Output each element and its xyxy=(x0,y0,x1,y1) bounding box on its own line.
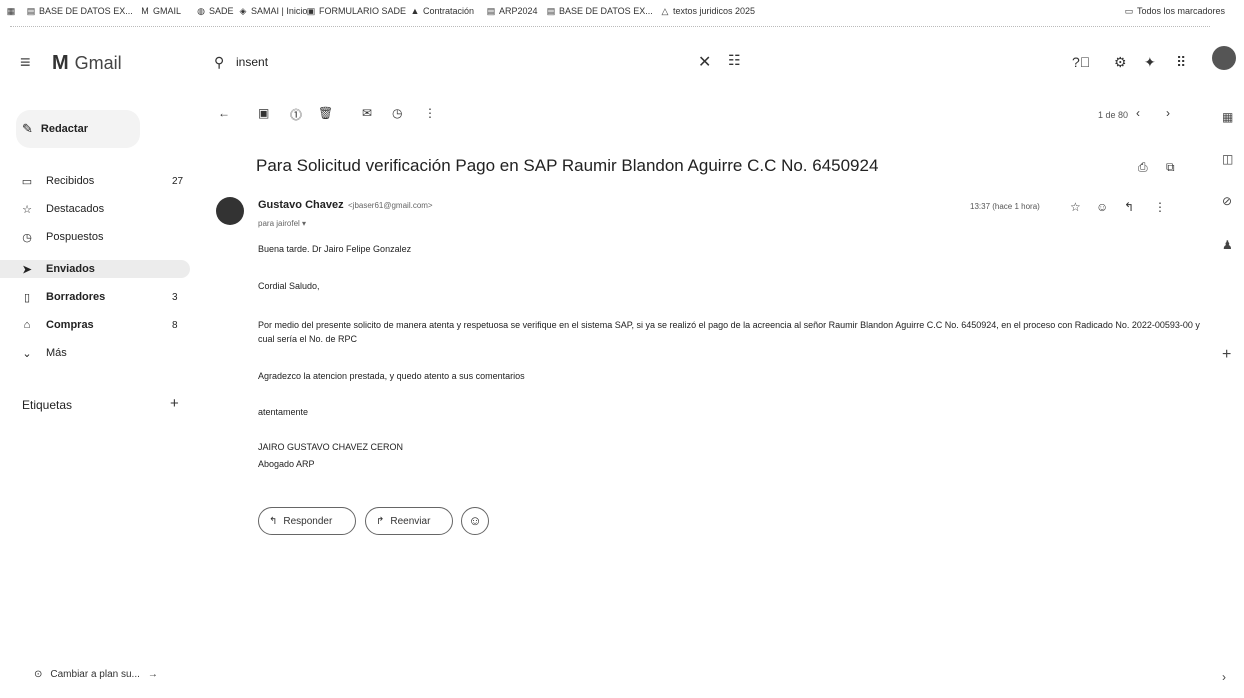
email-salutation: Cordial Saludo, xyxy=(258,281,320,291)
inbox-icon: ▭ xyxy=(21,175,33,188)
keep-icon[interactable]: ◫ xyxy=(1222,152,1233,166)
bookmark-item[interactable]: ▤ ARP2024 xyxy=(486,6,538,16)
back-arrow-icon[interactable]: ← xyxy=(218,106,230,120)
contacts-icon[interactable]: ♟ xyxy=(1222,238,1233,252)
form-icon: ▣ xyxy=(306,6,316,16)
drive-icon: △ xyxy=(661,6,669,16)
search-icon[interactable]: ⚲ xyxy=(214,54,224,71)
account-avatar[interactable] xyxy=(1212,46,1236,70)
sheets-icon: ▤ xyxy=(546,6,556,16)
more-options-icon[interactable]: ⋮ xyxy=(1154,200,1166,214)
email-paragraph: Agradezco la atencion prestada, y quedo … xyxy=(258,371,525,381)
all-bookmarks[interactable]: ▭ Todos los marcadores xyxy=(1124,6,1225,16)
signature-name: JAIRO GUSTAVO CHAVEZ CERON xyxy=(258,442,404,452)
forward-icon: ↱ xyxy=(376,515,385,527)
recipient-details[interactable]: para jairofel ▾ xyxy=(258,219,306,228)
email-greeting: Buena tarde. Dr Jairo Felipe Gonzalez xyxy=(258,244,412,254)
bookmark-item[interactable]: ▤ BASE DE DATOS EX... xyxy=(546,6,653,16)
bookmark-item[interactable]: ◍ SADE xyxy=(196,6,233,16)
clock-icon: ◷ xyxy=(22,231,32,244)
upgrade-icon: ⊙ xyxy=(34,669,43,680)
chevron-right-icon[interactable]: › xyxy=(1166,106,1170,120)
sender-email: <jbaser61@gmail.com> xyxy=(348,201,433,210)
chevron-left-icon[interactable]: ‹ xyxy=(1136,106,1140,120)
mark-unread-icon[interactable]: ✉ xyxy=(362,106,372,120)
triangle-icon: ▲ xyxy=(410,6,420,16)
divider xyxy=(10,26,1210,27)
help-icon[interactable]: ?⃝ xyxy=(1072,54,1090,70)
print-icon[interactable]: ⎙ xyxy=(1138,160,1148,175)
email-subject: Para Solicitud verificación Pago en SAP … xyxy=(256,156,879,175)
apps-grid-icon[interactable]: ▦ xyxy=(6,6,16,16)
folder-icon: ▭ xyxy=(1124,6,1134,16)
email-timestamp: 13:37 (hace 1 hora) xyxy=(970,202,1040,211)
gemini-icon[interactable]: ✦ xyxy=(1144,54,1156,71)
bookmark-item[interactable]: M GMAIL xyxy=(140,6,181,16)
sheets-icon: ▤ xyxy=(26,6,36,16)
upgrade-plan-button[interactable]: ⊙ Cambiar a plan su... → xyxy=(34,669,158,680)
gmail-icon: M xyxy=(141,6,149,16)
pencil-icon: ✎ xyxy=(22,121,33,136)
emoji-icon[interactable]: ☺ xyxy=(1096,200,1108,214)
snooze-icon[interactable]: ◷ xyxy=(392,106,402,120)
reply-icon: ↰ xyxy=(269,515,278,527)
delete-icon[interactable]: 🗑 xyxy=(318,106,333,120)
reply-button[interactable]: ↰ Responder xyxy=(258,507,356,535)
search-input[interactable]: insent xyxy=(236,55,268,69)
email-paragraph: Por medio del presente solicito de maner… xyxy=(258,320,1200,344)
signature-title: Abogado ARP xyxy=(258,459,315,469)
sidebar-item-more[interactable]: ⌄ Más xyxy=(16,344,186,362)
reply-icon[interactable]: ↰ xyxy=(1124,200,1134,214)
main-menu-icon[interactable]: ≡ xyxy=(20,52,31,73)
forward-button[interactable]: ↱ Reenviar xyxy=(365,507,453,535)
pager-text: 1 de 80 xyxy=(1098,110,1129,120)
bookmarks-bar: ▦ ▤ BASE DE DATOS EX... M GMAIL ◍ SADE ◈ SAM… xyxy=(0,0,1244,24)
gmail-m-icon: M xyxy=(52,52,69,74)
arrow-right-icon: → xyxy=(147,669,158,680)
send-icon: ➤ xyxy=(22,263,32,276)
sheets-icon: ▤ xyxy=(486,6,496,16)
bookmark-item[interactable]: ▤ BASE DE DATOS EX... xyxy=(26,6,133,16)
add-addon-icon[interactable]: + xyxy=(1222,346,1231,364)
tune-icon[interactable]: ☷ xyxy=(728,52,741,69)
sidebar-item-snoozed[interactable]: ◷ Pospuestos xyxy=(16,228,186,246)
archive-icon[interactable]: ▣ xyxy=(258,106,269,120)
apps-icon[interactable]: ⠿ xyxy=(1176,54,1186,71)
bookmark-item[interactable]: ▲ Contratación xyxy=(410,6,475,16)
calendar-icon[interactable]: ▦ xyxy=(1222,110,1233,124)
more-options-icon[interactable]: ⋮ xyxy=(424,106,436,120)
close-icon[interactable]: ✕ xyxy=(698,52,711,72)
gear-icon[interactable]: ⚙ xyxy=(1114,54,1127,71)
globe-icon: ◈ xyxy=(239,6,247,16)
tasks-icon[interactable]: ⊘ xyxy=(1222,194,1232,208)
bookmark-item[interactable]: △ textos juridicos 2025 xyxy=(660,6,756,16)
search-bar[interactable] xyxy=(206,44,746,80)
sender-name[interactable]: Gustavo Chavez xyxy=(258,199,344,211)
add-label-icon[interactable]: + xyxy=(170,395,179,412)
sidebar-item-drafts[interactable]: ▯ Borradores 3 xyxy=(16,288,186,306)
labels-title: Etiquetas xyxy=(22,398,73,412)
bag-icon: ⌂ xyxy=(23,319,31,331)
star-icon: ☆ xyxy=(22,203,32,216)
sender-avatar[interactable] xyxy=(216,197,244,225)
sidebar-item-starred[interactable]: ☆ Destacados xyxy=(16,200,186,218)
chevron-down-icon: ⌄ xyxy=(22,347,32,360)
draft-icon: ▯ xyxy=(23,291,31,304)
report-spam-icon[interactable]: ⓵ xyxy=(290,106,302,123)
star-icon[interactable]: ☆ xyxy=(1070,200,1081,214)
open-new-window-icon[interactable]: ⧉ xyxy=(1166,160,1175,175)
sidebar-item-sent[interactable]: ➤ Enviados xyxy=(0,260,190,278)
bookmark-item[interactable]: ◈ SAMAI | Inicio xyxy=(238,6,308,16)
gmail-logo[interactable]: M Gmail xyxy=(52,52,122,75)
sidebar-item-inbox[interactable]: ▭ Recibidos 27 xyxy=(16,172,186,190)
compose-button[interactable]: ✎ Redactar xyxy=(16,110,140,148)
email-closing: atentamente xyxy=(258,407,309,417)
globe-icon: ◍ xyxy=(197,6,205,16)
bookmark-item[interactable]: ▣ FORMULARIO SADE xyxy=(306,6,406,16)
sidebar-item-purchases[interactable]: ⌂ Compras 8 xyxy=(16,316,186,334)
emoji-reaction-button[interactable]: ☺ xyxy=(461,507,489,535)
expand-panel-icon[interactable]: › xyxy=(1222,670,1226,684)
